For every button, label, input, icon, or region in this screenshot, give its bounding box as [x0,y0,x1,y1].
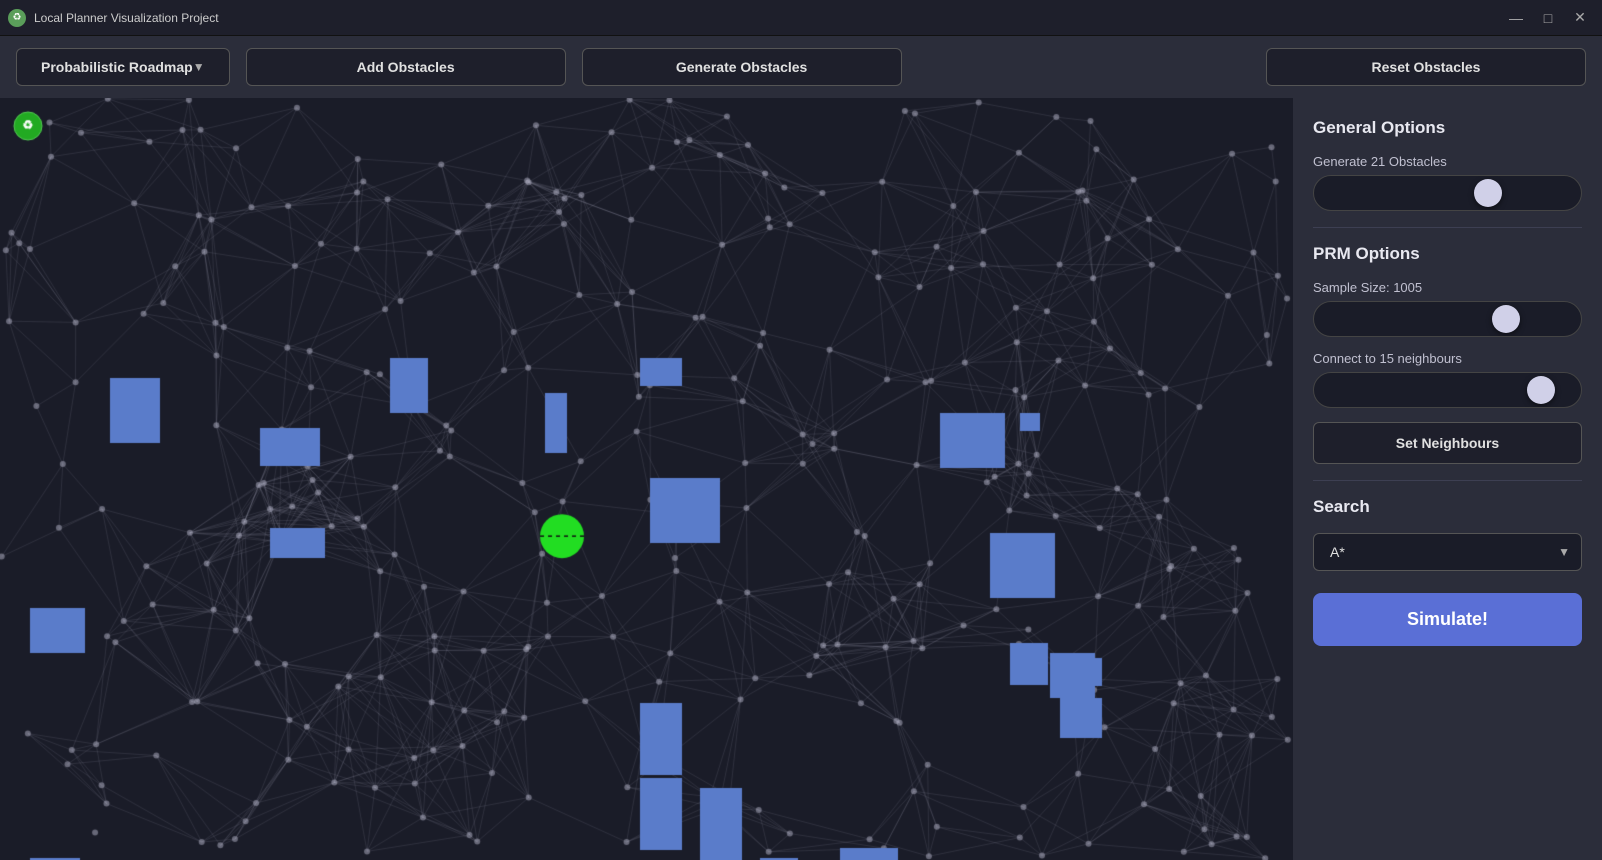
close-button[interactable]: ✕ [1566,4,1594,32]
add-obstacles-button[interactable]: Add Obstacles [246,48,566,86]
generate-obstacles-label: Generate 21 Obstacles [1313,154,1582,169]
titlebar: ♻ Local Planner Visualization Project — … [0,0,1602,36]
generate-obstacles-button[interactable]: Generate Obstacles [582,48,902,86]
maximize-button[interactable]: □ [1534,4,1562,32]
search-select[interactable]: A* Dijkstra BFS DFS [1313,533,1582,571]
neighbours-slider-group: Connect to 15 neighbours [1313,351,1582,408]
reset-obstacles-button[interactable]: Reset Obstacles [1266,48,1586,86]
titlebar-left: ♻ Local Planner Visualization Project [8,9,219,27]
sample-size-label: Sample Size: 1005 [1313,280,1582,295]
algorithm-dropdown[interactable]: Probabilistic Roadmap ▼ [16,48,230,86]
general-options-section: General Options [1313,118,1582,140]
general-options-title: General Options [1313,118,1582,138]
sample-size-slider-group: Sample Size: 1005 [1313,280,1582,337]
prm-options-title: PRM Options [1313,244,1582,264]
titlebar-controls: — □ ✕ [1502,4,1594,32]
prm-options-section: PRM Options [1313,244,1582,266]
simulate-button[interactable]: Simulate! [1313,593,1582,646]
obstacles-slider-thumb[interactable] [1474,179,1502,207]
divider-2 [1313,480,1582,481]
toolbar: Probabilistic Roadmap ▼ Add Obstacles Ge… [0,36,1602,98]
neighbours-slider[interactable] [1313,372,1582,408]
app-icon: ♻ [8,9,26,27]
sample-size-slider-thumb[interactable] [1492,305,1520,333]
sample-size-slider[interactable] [1313,301,1582,337]
algorithm-label: Probabilistic Roadmap [41,59,193,75]
window-title: Local Planner Visualization Project [34,11,219,25]
obstacles-slider-group: Generate 21 Obstacles [1313,154,1582,211]
set-neighbours-button[interactable]: Set Neighbours [1313,422,1582,464]
search-select-wrap: A* Dijkstra BFS DFS ▼ [1313,533,1582,571]
dropdown-arrow-icon: ▼ [193,60,205,74]
sidebar: General Options Generate 21 Obstacles PR… [1292,98,1602,860]
obstacles-slider[interactable] [1313,175,1582,211]
neighbours-slider-thumb[interactable] [1527,376,1555,404]
divider-1 [1313,227,1582,228]
search-section: Search [1313,497,1582,519]
minimize-button[interactable]: — [1502,4,1530,32]
roadmap-canvas[interactable] [0,98,1292,860]
search-title: Search [1313,497,1582,517]
main-area: General Options Generate 21 Obstacles PR… [0,98,1602,860]
connect-neighbours-label: Connect to 15 neighbours [1313,351,1582,366]
canvas-area[interactable] [0,98,1292,860]
